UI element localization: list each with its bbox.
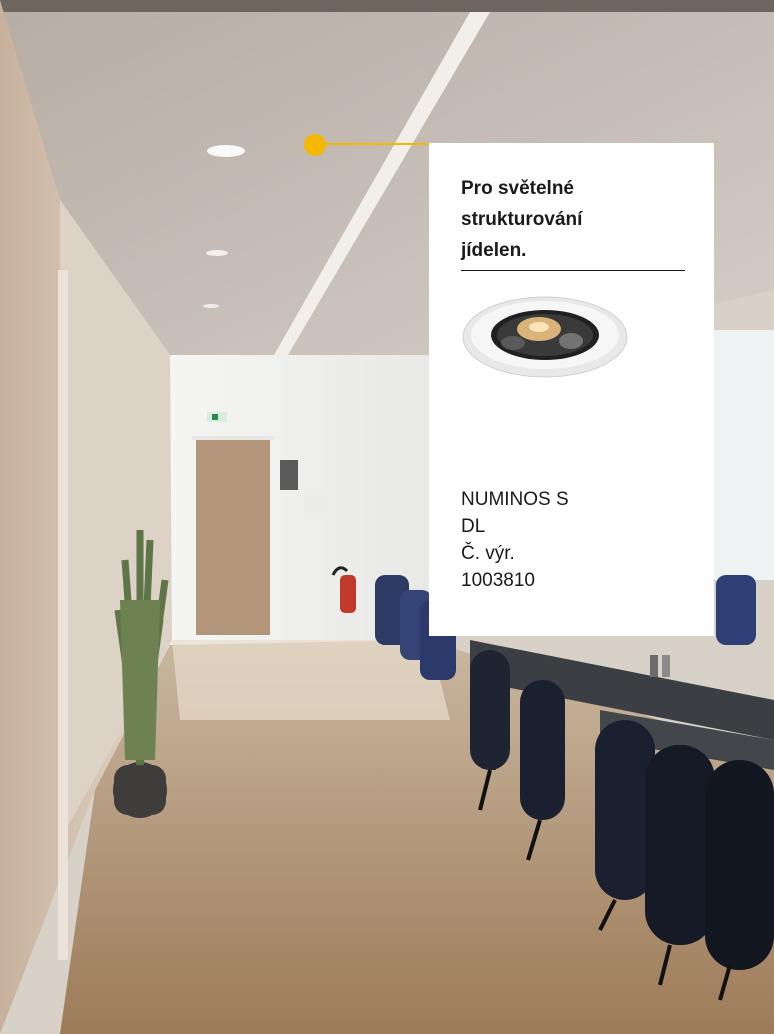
- product-name-line: DL: [461, 516, 486, 537]
- headline-divider: [461, 270, 685, 271]
- callout-headline: Pro světelné strukturování jídelen.: [461, 173, 684, 266]
- headline-line: strukturování: [461, 209, 583, 230]
- headline-line: jídelen.: [461, 240, 527, 261]
- callout-dot: [304, 134, 326, 156]
- article-number-label: Č. výr.: [461, 543, 515, 564]
- article-number-value: 1003810: [461, 570, 535, 591]
- headline-line: Pro světelné: [461, 178, 574, 199]
- product-name-line: NUMINOS S: [461, 489, 569, 510]
- product-callout-card: Pro světelné strukturování jídelen. NUMI…: [429, 143, 714, 636]
- downlight-product-image: [462, 296, 628, 378]
- product-info: NUMINOS S DL Č. výr. 1003810: [461, 486, 569, 594]
